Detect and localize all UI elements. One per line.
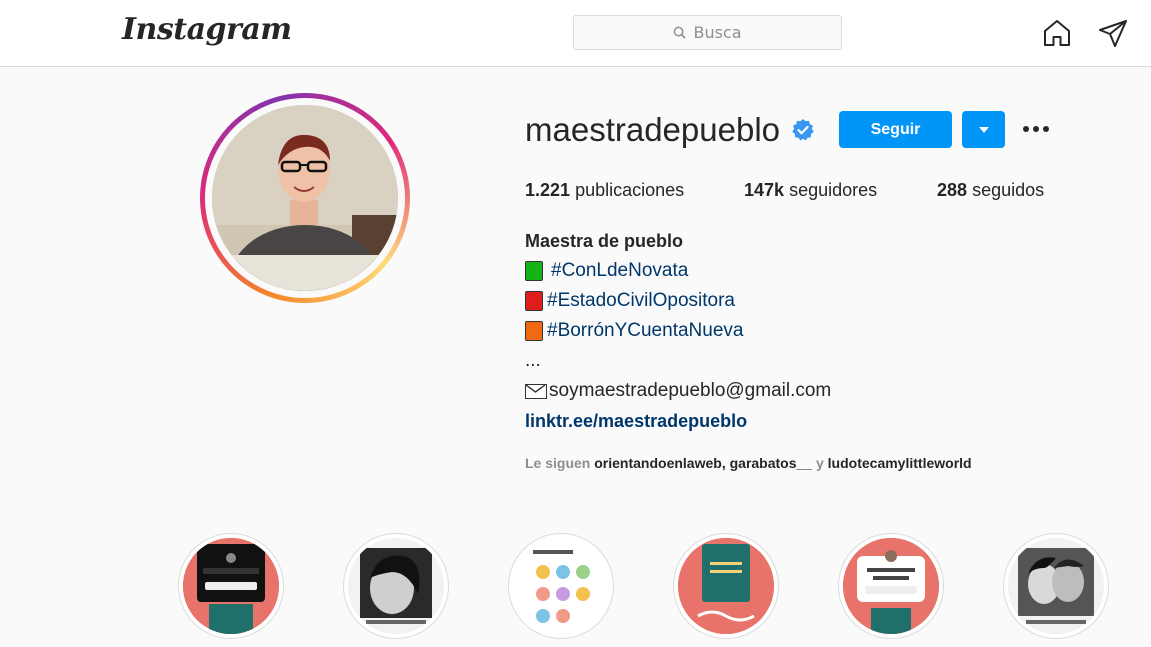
follower-username[interactable]: ludotecamylittleworld <box>828 455 972 471</box>
instagram-logo[interactable]: Instagram <box>122 12 292 47</box>
red-book-icon <box>525 291 543 311</box>
follower-username[interactable]: garabatos__ <box>730 455 812 471</box>
separator: , <box>721 455 726 471</box>
posts-count: 1.221 publicaciones <box>525 180 684 201</box>
story-highlight[interactable] <box>1003 533 1109 639</box>
bio-line: #ConLdeNovata <box>525 260 688 282</box>
posts-label: publicaciones <box>575 180 685 200</box>
bio-email: soymaestradepueblo@gmail.com <box>549 380 832 401</box>
dot-icon <box>1023 126 1029 132</box>
followed-by-prefix: Le siguen <box>525 455 591 471</box>
orange-book-icon <box>525 321 543 341</box>
story-ring[interactable] <box>200 93 410 303</box>
hashtag-link[interactable]: #EstadoCivilOpositora <box>547 290 735 312</box>
followers-number: 147k <box>744 180 785 200</box>
dot-icon <box>1043 126 1049 132</box>
followers-count[interactable]: 147k seguidores <box>744 180 877 201</box>
bio-line: soymaestradepueblo@gmail.com <box>525 380 831 402</box>
envelope-icon <box>525 383 547 399</box>
top-nav-bar: Instagram Busca <box>0 0 1151 67</box>
story-highlight[interactable] <box>673 533 779 639</box>
green-book-icon <box>525 261 543 281</box>
follow-button[interactable]: Seguir <box>839 111 952 148</box>
bio-line: #EstadoCivilOpositora <box>525 290 735 312</box>
follower-username[interactable]: orientandoenlaweb <box>594 455 722 471</box>
bio-line: #BorrónYCuentaNueva <box>525 320 743 342</box>
following-label: seguidos <box>972 180 1045 200</box>
profile-username: maestradepueblo <box>525 111 781 148</box>
story-highlight[interactable] <box>838 533 944 639</box>
following-count[interactable]: 288 seguidos <box>937 180 1044 201</box>
story-highlight[interactable] <box>178 533 284 639</box>
story-highlight[interactable] <box>343 533 449 639</box>
caret-down-icon <box>978 126 989 133</box>
followed-by[interactable]: Le siguen orientandoenlaweb, garabatos__… <box>525 455 972 471</box>
dot-icon <box>1033 126 1039 132</box>
following-number: 288 <box>937 180 968 200</box>
more-options-button[interactable] <box>1018 116 1054 142</box>
search-icon <box>674 26 687 39</box>
search-placeholder: Busca <box>693 23 742 42</box>
direct-message-icon[interactable] <box>1098 18 1128 48</box>
verified-badge-icon <box>792 119 814 141</box>
profile-avatar[interactable] <box>212 105 398 291</box>
bio-external-link[interactable]: linktr.ee/maestradepueblo <box>525 411 747 432</box>
home-icon[interactable] <box>1042 18 1072 48</box>
followers-label: seguidores <box>789 180 878 200</box>
suggested-accounts-button[interactable] <box>962 111 1005 148</box>
hashtag-link[interactable]: #BorrónYCuentaNueva <box>547 320 743 342</box>
search-input[interactable]: Busca <box>573 15 842 50</box>
conjunction: y <box>815 455 824 471</box>
posts-number: 1.221 <box>525 180 571 200</box>
bio-ellipsis: ... <box>525 350 541 371</box>
hashtag-link[interactable]: #ConLdeNovata <box>551 260 688 282</box>
bio-full-name: Maestra de pueblo <box>525 231 684 251</box>
story-highlight[interactable] <box>508 533 614 639</box>
